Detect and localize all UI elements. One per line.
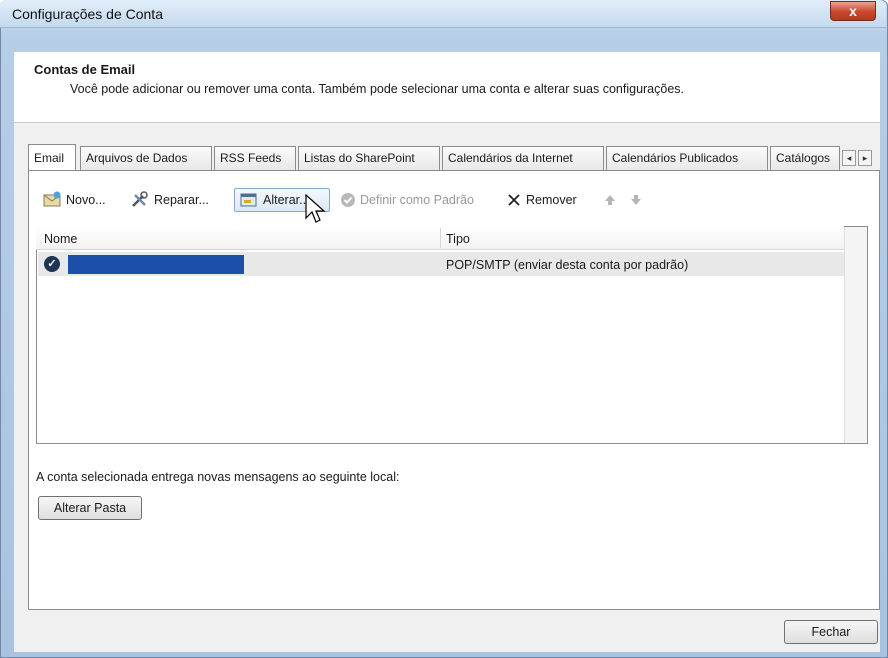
remove-x-icon <box>506 192 522 208</box>
move-down-button[interactable] <box>626 188 646 212</box>
column-divider <box>440 228 441 248</box>
column-header-type[interactable]: Tipo <box>446 232 470 246</box>
tab-scroll-left-button[interactable]: ◂ <box>842 150 856 166</box>
tab-data-files[interactable]: Arquivos de Dados <box>80 146 212 170</box>
list-scrollbar[interactable] <box>844 227 867 443</box>
move-up-button[interactable] <box>600 188 620 212</box>
tab-published-calendars[interactable]: Calendários Publicados <box>606 146 768 170</box>
tab-scroll-right-button[interactable]: ▸ <box>858 150 872 166</box>
arrow-down-icon <box>630 193 642 207</box>
repair-account-label: Reparar... <box>154 193 209 207</box>
header-description: Você pode adicionar ou remover uma conta… <box>70 82 685 96</box>
check-circle-icon <box>340 192 356 208</box>
set-default-label: Definir como Padrão <box>360 193 474 207</box>
window-title: Configurações de Conta <box>12 6 163 22</box>
tab-internet-calendars[interactable]: Calendários da Internet <box>442 146 604 170</box>
delivery-location-label: A conta selecionada entrega novas mensag… <box>36 470 400 484</box>
change-folder-button[interactable]: Alterar Pasta <box>38 496 142 520</box>
arrow-up-icon <box>604 193 616 207</box>
change-settings-icon <box>239 191 259 209</box>
title-bar: Configurações de Conta <box>0 0 886 28</box>
close-button[interactable]: Fechar <box>784 620 878 644</box>
column-header-name[interactable]: Nome <box>44 232 77 246</box>
close-window-button[interactable]: x <box>830 1 876 21</box>
account-name-redacted <box>68 255 244 274</box>
mouse-pointer-icon <box>305 194 327 228</box>
new-mail-icon <box>42 191 62 209</box>
tab-strip: Email Arquivos de Dados RSS Feeds Listas… <box>28 144 872 170</box>
remove-account-button[interactable]: Remover <box>502 188 581 212</box>
header-title: Contas de Email <box>34 62 136 77</box>
tab-rss-feeds[interactable]: RSS Feeds <box>214 146 296 170</box>
repair-tools-icon <box>130 191 150 209</box>
new-account-label: Novo... <box>66 193 106 207</box>
repair-account-button[interactable]: Reparar... <box>126 188 213 212</box>
remove-account-label: Remover <box>526 193 577 207</box>
tab-catalogs[interactable]: Catálogos <box>770 146 840 170</box>
account-type-cell: POP/SMTP (enviar desta conta por padrão) <box>446 258 689 272</box>
new-account-button[interactable]: Novo... <box>38 188 110 212</box>
change-account-label: Alterar... <box>263 193 310 207</box>
set-default-button[interactable]: Definir como Padrão <box>336 188 478 212</box>
default-account-check-icon: ✓ <box>44 256 60 272</box>
tab-email[interactable]: Email <box>28 144 76 170</box>
tab-sharepoint-lists[interactable]: Listas do SharePoint <box>298 146 440 170</box>
